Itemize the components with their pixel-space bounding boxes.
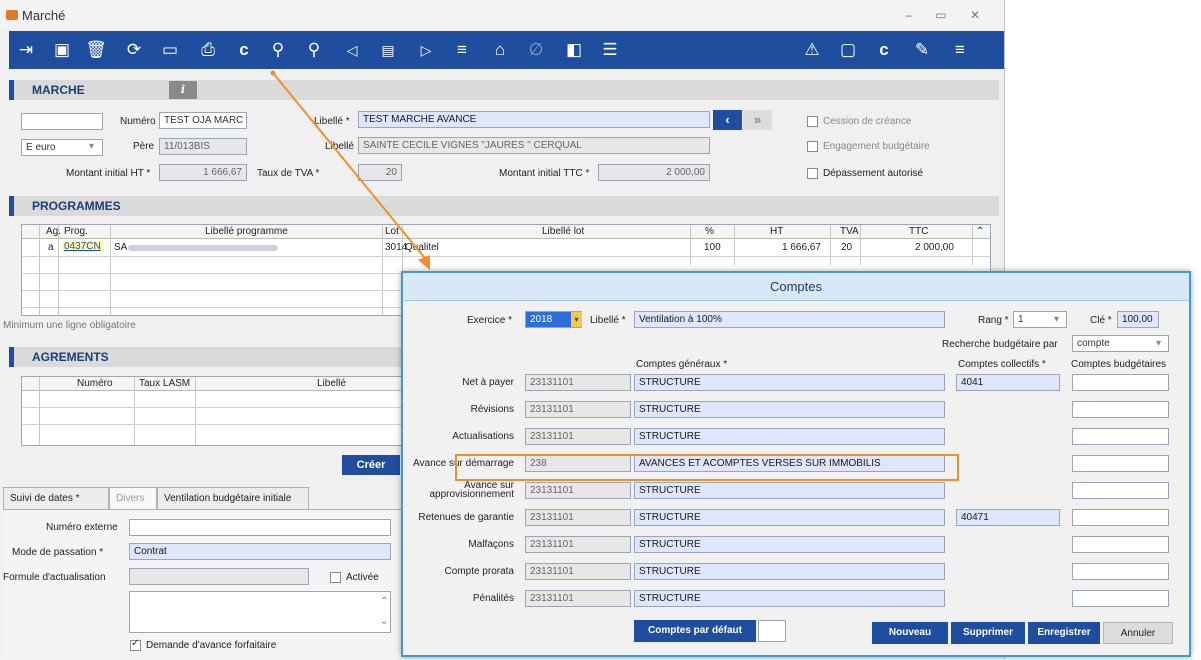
chevron-down-icon: ▾ bbox=[1156, 338, 1162, 349]
row-label: Révisions bbox=[470, 404, 514, 415]
budgetaire-field[interactable] bbox=[1072, 401, 1169, 418]
dialog-title: Comptes bbox=[769, 279, 823, 294]
budgetaire-field[interactable] bbox=[1072, 563, 1169, 580]
row-label: Actualisations bbox=[452, 431, 514, 442]
libelle-field[interactable]: STRUCTURE bbox=[634, 401, 945, 418]
col-comptes-collectifs: Comptes collectifs * bbox=[958, 359, 1046, 370]
libelle-field[interactable]: STRUCTURE bbox=[634, 482, 945, 499]
row-label: Retenues de garantie bbox=[418, 512, 514, 523]
budgetaire-field[interactable] bbox=[1072, 509, 1169, 526]
row-label: Compte prorata bbox=[444, 566, 514, 577]
highlight-box bbox=[455, 454, 959, 481]
libelle-field[interactable]: STRUCTURE bbox=[634, 374, 945, 391]
supprimer-button[interactable]: Supprimer bbox=[951, 622, 1025, 644]
budgetaire-field[interactable] bbox=[1072, 536, 1169, 553]
libelle-field[interactable]: STRUCTURE bbox=[634, 563, 945, 580]
defaut-field[interactable] bbox=[758, 620, 786, 642]
budgetaire-field[interactable] bbox=[1072, 455, 1169, 472]
row-label: Malfaçons bbox=[468, 539, 514, 550]
annuler-button[interactable]: Annuler bbox=[1103, 622, 1173, 644]
nouveau-button[interactable]: Nouveau bbox=[872, 622, 948, 644]
comptes-defaut-button[interactable]: Comptes par défaut bbox=[634, 620, 756, 642]
collectif-field[interactable]: 4041 bbox=[956, 374, 1060, 391]
col-comptes-generaux: Comptes généraux * bbox=[636, 359, 728, 370]
row-label: Avance sur approvisionnement bbox=[429, 480, 515, 500]
enregistrer-button[interactable]: Enregistrer bbox=[1028, 622, 1100, 644]
libelle-field[interactable]: STRUCTURE bbox=[634, 536, 945, 553]
code-field[interactable]: 23131101 bbox=[525, 428, 631, 445]
code-field[interactable]: 23131101 bbox=[525, 401, 631, 418]
code-field[interactable]: 23131101 bbox=[525, 563, 631, 580]
chevron-down-icon[interactable]: ▾ bbox=[571, 312, 582, 327]
rang-label: Rang * bbox=[978, 315, 1009, 326]
row-label: Net à payer bbox=[462, 377, 514, 388]
arrow-line bbox=[272, 72, 429, 263]
exercice-label: Exercice * bbox=[467, 315, 513, 326]
arrow-origin bbox=[270, 70, 276, 76]
row-label: Pénalités bbox=[472, 593, 514, 604]
budgetaire-field[interactable] bbox=[1072, 482, 1169, 499]
chevron-down-icon: ▾ bbox=[1054, 314, 1060, 325]
libelle-field[interactable]: STRUCTURE bbox=[634, 590, 945, 607]
comptes-dialog: Comptes Exercice * 2018 ▾ Libellé * Vent… bbox=[401, 271, 1191, 657]
collectif-field[interactable]: 40471 bbox=[956, 509, 1060, 526]
libelle-field[interactable]: STRUCTURE bbox=[634, 509, 945, 526]
budgetaire-field[interactable] bbox=[1072, 428, 1169, 445]
code-field[interactable]: 23131101 bbox=[525, 590, 631, 607]
dialog-header: Comptes bbox=[403, 273, 1189, 301]
code-field[interactable]: 23131101 bbox=[525, 482, 631, 499]
recherche-label: Recherche budgétaire par bbox=[942, 339, 1058, 350]
code-field[interactable]: 23131101 bbox=[525, 374, 631, 391]
code-field[interactable]: 23131101 bbox=[525, 536, 631, 553]
col-comptes-budgetaires: Comptes budgétaires bbox=[1071, 359, 1167, 370]
libelle-label: Libellé * bbox=[590, 315, 626, 326]
cle-label: Clé * bbox=[1090, 315, 1112, 326]
libelle-field[interactable]: STRUCTURE bbox=[634, 428, 945, 445]
recherche-select[interactable]: compte bbox=[1072, 335, 1169, 352]
libelle-field[interactable]: Ventilation à 100% bbox=[634, 311, 945, 328]
code-field[interactable]: 23131101 bbox=[525, 509, 631, 526]
budgetaire-field[interactable] bbox=[1072, 374, 1169, 391]
cle-field[interactable]: 100,00 bbox=[1117, 311, 1159, 328]
budgetaire-field[interactable] bbox=[1072, 590, 1169, 607]
